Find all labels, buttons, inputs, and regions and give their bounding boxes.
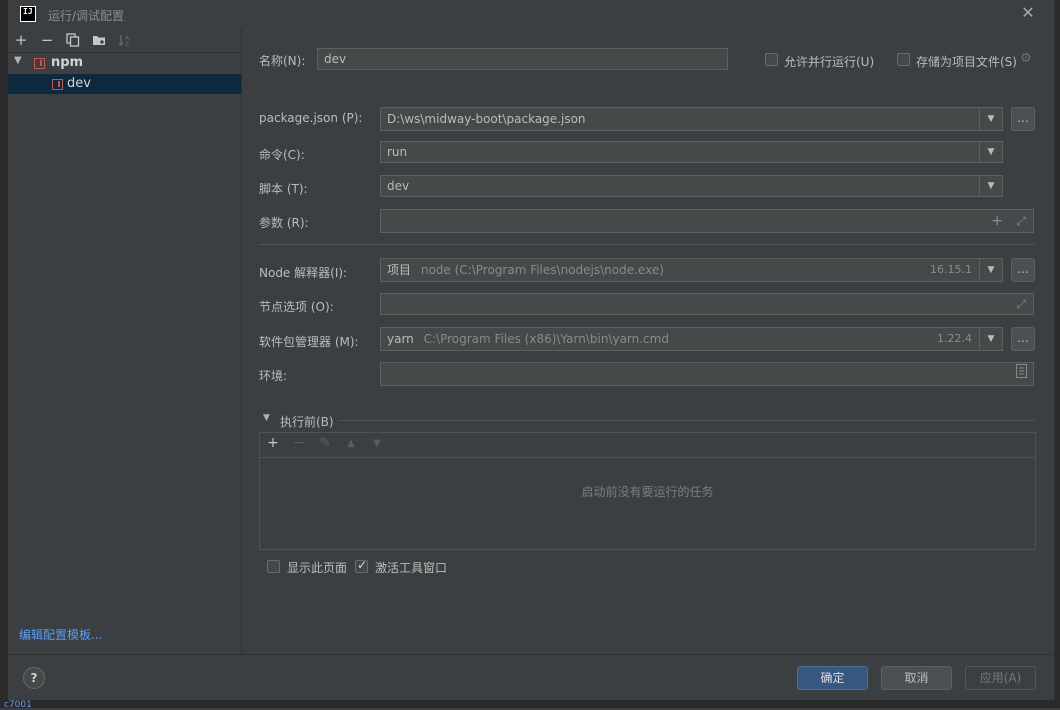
- move-down-icon[interactable]: ▼: [368, 438, 386, 449]
- args-label: 参数 (R):: [259, 216, 309, 230]
- gear-icon[interactable]: ⚙: [1020, 51, 1032, 66]
- name-label: 名称(N):: [259, 54, 306, 68]
- expand-icon[interactable]: ⤢: [1016, 294, 1026, 314]
- run-debug-config-dialog: IJ 运行/调试配置 ✕ + − AZ ▼ npm dev 编辑配置模板... …: [8, 0, 1055, 700]
- chevron-down-icon[interactable]: ▼: [979, 328, 1002, 350]
- package-manager-browse-button[interactable]: ...: [1011, 327, 1035, 351]
- close-icon[interactable]: ✕: [1020, 5, 1036, 21]
- npm-icon: [52, 79, 63, 90]
- store-as-file-checkbox[interactable]: [897, 53, 910, 66]
- help-button[interactable]: ?: [23, 667, 45, 689]
- package-manager-path: C:\Program Files (x86)\Yarn\bin\yarn.cmd: [423, 332, 669, 346]
- background-left-strip: [0, 0, 8, 708]
- title-bar: IJ 运行/调试配置 ✕: [8, 0, 1054, 28]
- show-page-label: 显示此页面: [287, 561, 348, 575]
- package-manager-combo[interactable]: yarn C:\Program Files (x86)\Yarn\bin\yar…: [380, 327, 1003, 351]
- command-value: run: [387, 145, 408, 159]
- ok-button[interactable]: 确定: [797, 666, 868, 690]
- package-json-browse-button[interactable]: ...: [1011, 107, 1035, 131]
- move-up-icon[interactable]: ▲: [342, 438, 360, 449]
- package-manager-version: 1.22.4: [937, 332, 972, 345]
- app-logo-icon: IJ: [20, 6, 36, 22]
- command-combo[interactable]: run ▼: [380, 141, 1003, 163]
- remove-icon[interactable]: −: [290, 435, 308, 451]
- document-icon[interactable]: [1016, 364, 1027, 384]
- chevron-down-icon[interactable]: ▼: [263, 413, 270, 423]
- store-as-file-label: 存储为项目文件(S): [916, 55, 1017, 69]
- edit-config-templates-link[interactable]: 编辑配置模板...: [19, 626, 102, 643]
- tree-item-dev[interactable]: dev: [8, 74, 241, 94]
- separator: [259, 244, 1035, 245]
- remove-icon[interactable]: −: [38, 31, 56, 49]
- window-title: 运行/调试配置: [48, 9, 125, 23]
- allow-parallel-checkbox[interactable]: [765, 53, 778, 66]
- sort-icon[interactable]: AZ: [116, 31, 134, 49]
- command-label: 命令(C):: [259, 148, 305, 162]
- env-input[interactable]: [380, 362, 1034, 386]
- apply-button[interactable]: 应用(A): [965, 666, 1036, 690]
- config-tree-pane: + − AZ ▼ npm dev 编辑配置模板...: [8, 28, 242, 654]
- config-form: 名称(N): dev 允许并行运行(U) 存储为项目文件(S) ⚙ packag…: [242, 28, 1054, 654]
- package-json-value: D:\ws\midway-boot\package.json: [387, 112, 586, 126]
- script-combo[interactable]: dev ▼: [380, 175, 1003, 197]
- node-interpreter-browse-button[interactable]: ...: [1011, 258, 1035, 282]
- package-manager-name: yarn: [387, 332, 414, 346]
- show-page-checkbox[interactable]: [267, 560, 280, 573]
- expand-icon[interactable]: ⤢: [1016, 211, 1026, 231]
- background-bottom-strip: c7001: [0, 700, 1060, 710]
- dialog-footer: ? 确定 取消 应用(A): [8, 654, 1054, 701]
- node-interpreter-version: 16.15.1: [930, 263, 972, 276]
- svg-text:Z: Z: [125, 41, 129, 47]
- before-launch-title: 执行前(B): [280, 415, 334, 429]
- allow-parallel-label: 允许并行运行(U): [784, 55, 875, 69]
- before-launch-toolbar: + − ✎ ▲ ▼: [260, 433, 1035, 458]
- new-folder-icon[interactable]: [90, 31, 108, 49]
- node-interpreter-path: node (C:\Program Files\nodejs\node.exe): [420, 263, 664, 277]
- add-icon[interactable]: +: [264, 435, 282, 451]
- tree-toolbar: + − AZ: [8, 28, 241, 53]
- edit-icon[interactable]: ✎: [316, 435, 334, 451]
- node-options-label: 节点选项 (O):: [259, 300, 334, 314]
- chevron-down-icon[interactable]: ▼: [979, 176, 1002, 196]
- chevron-down-icon[interactable]: ▼: [14, 55, 22, 66]
- chevron-down-icon[interactable]: ▼: [979, 108, 1002, 130]
- copy-icon[interactable]: [64, 31, 82, 49]
- chevron-down-icon[interactable]: ▼: [979, 142, 1002, 162]
- activate-tool-window-label: 激活工具窗口: [375, 561, 448, 575]
- tree-group-npm[interactable]: ▼ npm: [8, 53, 241, 73]
- script-value: dev: [387, 179, 410, 193]
- node-options-input[interactable]: ⤢: [380, 293, 1034, 315]
- tree-group-label: npm: [51, 55, 84, 70]
- script-label: 脚本 (T):: [259, 182, 308, 196]
- cancel-button[interactable]: 取消: [881, 666, 952, 690]
- node-interpreter-label: Node 解释器(I):: [259, 266, 348, 280]
- activate-tool-window-checkbox[interactable]: [355, 558, 368, 573]
- before-launch-empty-text: 启动前没有要运行的任务: [581, 485, 714, 499]
- before-launch-panel: + − ✎ ▲ ▼ 启动前没有要运行的任务: [259, 432, 1036, 550]
- env-label: 环境:: [259, 369, 288, 383]
- package-json-label: package.json (P):: [259, 111, 363, 125]
- name-input[interactable]: dev: [317, 48, 728, 70]
- separator: [338, 420, 1035, 421]
- package-manager-label: 软件包管理器 (M):: [259, 335, 359, 349]
- add-icon[interactable]: +: [12, 31, 30, 49]
- tree-item-label: dev: [67, 76, 91, 91]
- node-interpreter-combo[interactable]: 项目 node (C:\Program Files\nodejs\node.ex…: [380, 258, 1003, 282]
- add-icon[interactable]: +: [991, 211, 1003, 231]
- chevron-down-icon[interactable]: ▼: [979, 259, 1002, 281]
- package-json-combo[interactable]: D:\ws\midway-boot\package.json ▼: [380, 107, 1003, 131]
- args-input[interactable]: + ⤢: [380, 209, 1034, 233]
- node-interpreter-prefix: 项目: [387, 263, 412, 277]
- npm-icon: [34, 58, 45, 69]
